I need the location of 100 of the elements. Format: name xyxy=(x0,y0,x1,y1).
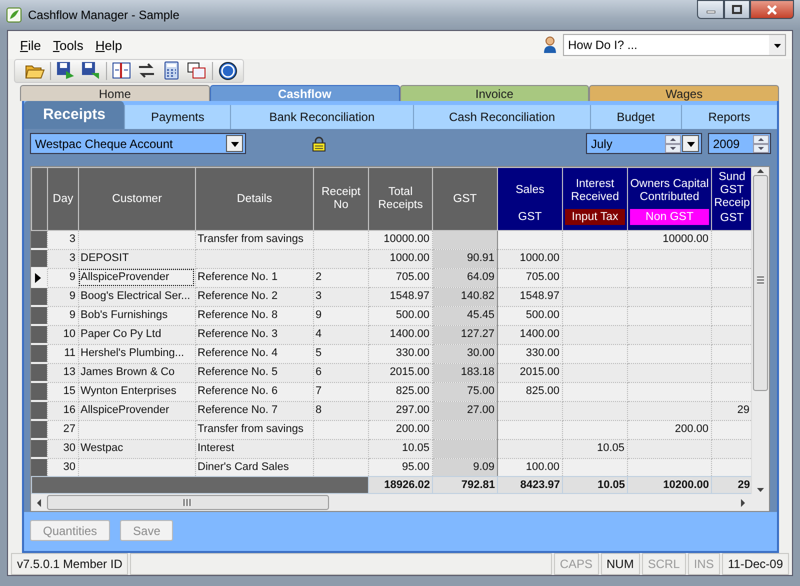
column-header[interactable]: Interest Received Input Tax xyxy=(562,168,628,230)
tab[interactable]: Bank Reconciliation xyxy=(230,105,413,129)
table-cell: 825.00 xyxy=(368,382,432,401)
tab[interactable]: Invoice xyxy=(400,85,590,101)
save-arrow-icon[interactable] xyxy=(56,61,76,81)
table-cell xyxy=(432,439,497,458)
table-cell: Bob's Furnishings xyxy=(78,306,195,325)
table-cell: 11 xyxy=(47,344,78,363)
table-cell: 2015.00 xyxy=(368,363,432,382)
table-cell: 140.82 xyxy=(432,287,497,306)
key-indicator: INS xyxy=(688,553,720,575)
table-cell: 200.00 xyxy=(368,420,432,439)
column-header[interactable]: Sales GST xyxy=(498,168,562,230)
table-cell: Transfer from savings xyxy=(195,420,313,439)
table-cell xyxy=(711,325,752,344)
key-indicator: CAPS xyxy=(554,553,598,575)
table-cell: AllspiceProvender xyxy=(78,401,195,420)
table-cell: 9 xyxy=(47,268,78,287)
close-button[interactable] xyxy=(750,0,794,19)
column-header[interactable]: GST xyxy=(432,168,498,230)
table-cell: 1400.00 xyxy=(368,325,432,344)
table-cell xyxy=(562,401,627,420)
table-cell: Reference No. 6 xyxy=(195,382,313,401)
horizontal-scrollbar[interactable] xyxy=(31,494,769,511)
table-cell: 1000.00 xyxy=(368,249,432,268)
key-indicator: NUM xyxy=(600,553,640,575)
tab[interactable]: Home xyxy=(20,85,210,101)
save-arrow-icon[interactable] xyxy=(81,61,101,81)
table-cell xyxy=(562,325,627,344)
year-field[interactable]: 2009 xyxy=(708,133,771,154)
tab[interactable]: Cash Reconciliation xyxy=(412,105,590,129)
table-cell: 1548.97 xyxy=(497,287,562,306)
table-cell: 8 xyxy=(313,401,368,420)
column-header[interactable]: Receipt No xyxy=(314,168,368,230)
table-cell: Reference No. 2 xyxy=(195,287,313,306)
table-cell: 7 xyxy=(313,382,368,401)
total-cell: 792.81 xyxy=(432,476,498,494)
tab[interactable]: Budget xyxy=(590,105,681,129)
tab[interactable]: Receipts xyxy=(24,101,124,129)
spin-arrows-icon[interactable] xyxy=(665,134,681,152)
tab[interactable]: Reports xyxy=(680,105,777,129)
table-cell: 3 xyxy=(313,287,368,306)
table-cell: AllspiceProvender xyxy=(78,268,195,287)
help-icon[interactable] xyxy=(218,61,238,81)
table-cell: 3 xyxy=(47,249,78,268)
current-row-icon xyxy=(34,272,42,282)
windows-icon[interactable] xyxy=(187,61,207,81)
table-cell: Boog's Electrical Ser... xyxy=(78,287,195,306)
tab[interactable]: Wages xyxy=(589,85,779,101)
table-cell: Reference No. 7 xyxy=(195,401,313,420)
table-cell: 75.00 xyxy=(432,382,497,401)
column-header[interactable]: Details xyxy=(196,168,314,230)
close-icon xyxy=(766,4,778,14)
total-cell: 29 xyxy=(712,476,752,494)
table-cell: 10000.00 xyxy=(368,231,432,249)
scroll-thumb[interactable] xyxy=(753,175,768,391)
table-cell xyxy=(562,363,627,382)
table-cell: 2015.00 xyxy=(497,363,562,382)
table-cell xyxy=(562,382,627,401)
help-dropdown[interactable]: How Do I? ... xyxy=(563,34,786,56)
table-cell: Paper Co Py Ltd xyxy=(78,325,195,344)
scroll-thumb[interactable] xyxy=(47,495,329,510)
table-cell xyxy=(497,420,562,439)
table-cell: 2 xyxy=(313,268,368,287)
table-cell: DEPOSIT xyxy=(78,249,195,268)
account-dropdown[interactable]: Westpac Cheque Account xyxy=(30,133,246,154)
table-cell xyxy=(711,287,752,306)
tab[interactable]: Payments xyxy=(124,105,230,129)
column-header[interactable]: Day xyxy=(48,168,78,230)
column-header[interactable]: Owners Capital Contributed Non GST xyxy=(628,168,712,230)
table-cell: Interest xyxy=(195,439,313,458)
table-cell: 705.00 xyxy=(368,268,432,287)
table-cell xyxy=(313,231,368,249)
table-cell xyxy=(432,420,497,439)
maximize-button[interactable] xyxy=(724,0,750,19)
menu-item[interactable]: Tools xyxy=(46,38,90,52)
total-cell: 18926.02 xyxy=(368,476,432,494)
column-header[interactable]: Total Receipts xyxy=(368,168,432,230)
table-cell: 183.18 xyxy=(432,363,497,382)
window-title: Cashflow Manager - Sample xyxy=(28,8,180,22)
table-cell: 9 xyxy=(47,287,78,306)
key-indicator: SCRL xyxy=(642,553,686,575)
table-cell xyxy=(313,439,368,458)
header-corner xyxy=(32,168,48,230)
vertical-scrollbar[interactable] xyxy=(751,167,769,494)
table-cell: Transfer from savings xyxy=(195,231,313,249)
column-header[interactable]: Sund GST Receip GST xyxy=(712,168,752,230)
table-cell: 825.00 xyxy=(497,382,562,401)
spin-arrows-icon[interactable] xyxy=(753,134,769,152)
menu-item[interactable]: Help xyxy=(89,38,128,52)
month-field[interactable]: July xyxy=(586,133,702,154)
menu-item[interactable]: File xyxy=(14,38,47,52)
column-header[interactable]: Customer xyxy=(78,168,196,230)
table-cell xyxy=(497,439,562,458)
table-cell: 15 xyxy=(47,382,78,401)
minimize-button[interactable] xyxy=(697,0,724,19)
table-cell: 200.00 xyxy=(627,420,711,439)
table-cell: 330.00 xyxy=(368,344,432,363)
split-view-icon[interactable] xyxy=(112,61,132,81)
table-cell xyxy=(313,249,368,268)
